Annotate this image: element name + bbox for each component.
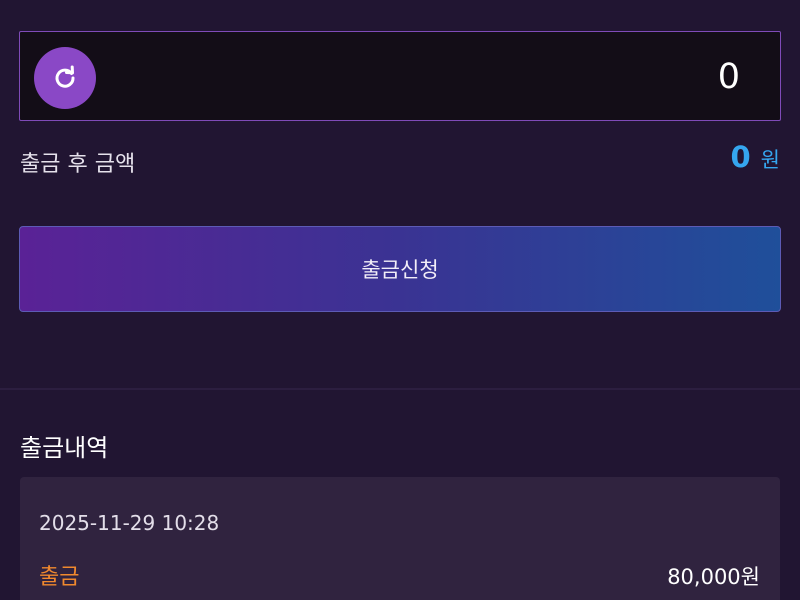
history-title: 출금내역 bbox=[20, 434, 109, 462]
section-divider bbox=[0, 388, 800, 390]
history-item: 2025-11-29 10:28 출금 80,000원 bbox=[20, 477, 780, 600]
amount-input-box bbox=[19, 31, 781, 121]
reset-button[interactable] bbox=[34, 47, 96, 109]
history-date: 2025-11-29 10:28 bbox=[39, 511, 220, 535]
after-withdraw-amount: 0 원 bbox=[730, 140, 780, 174]
history-amount: 80,000원 bbox=[667, 565, 760, 589]
after-withdraw-value: 0 bbox=[730, 140, 751, 174]
history-type: 출금 bbox=[39, 565, 80, 590]
withdraw-request-button[interactable]: 출금신청 bbox=[19, 226, 781, 312]
after-withdraw-label: 출금 후 금액 bbox=[20, 152, 136, 177]
withdraw-page: 출금 후 금액 0 원 출금신청 출금내역 2025-11-29 10:28 출… bbox=[0, 0, 800, 600]
refresh-icon bbox=[55, 65, 75, 88]
amount-input[interactable] bbox=[180, 52, 740, 102]
after-withdraw-unit: 원 bbox=[760, 148, 780, 172]
